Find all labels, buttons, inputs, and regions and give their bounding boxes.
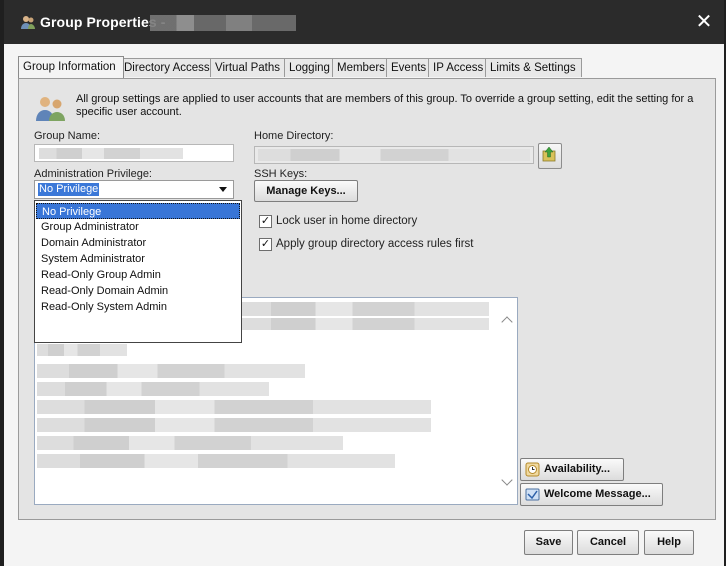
tab-logging[interactable]: Logging <box>284 58 334 77</box>
admin-privilege-dropdown-list: No Privilege Group Administrator Domain … <box>34 200 242 343</box>
availability-label: Availability... <box>544 463 611 475</box>
redacted-group-name-value <box>39 148 183 159</box>
group-users-icon <box>21 16 35 29</box>
redacted-text-line <box>37 344 127 356</box>
apply-rules-checkbox[interactable]: ✓ <box>259 238 272 251</box>
tab-virtual-paths[interactable]: Virtual Paths <box>210 58 286 77</box>
admin-privilege-label: Administration Privilege: <box>34 168 152 180</box>
redacted-text-line <box>37 418 431 432</box>
group-properties-dialog: Group Properties - ✕ Group Information D… <box>4 0 724 566</box>
close-button[interactable]: ✕ <box>684 0 724 44</box>
redacted-text-line <box>37 364 305 378</box>
welcome-message-label: Welcome Message... <box>544 488 651 500</box>
chevron-down-icon <box>219 187 227 192</box>
clock-icon <box>525 462 540 477</box>
help-button[interactable]: Help <box>644 530 694 555</box>
dropdown-option-no-privilege[interactable]: No Privilege <box>36 203 240 219</box>
scroll-down-icon[interactable] <box>501 474 513 486</box>
dialog-title: Group Properties - <box>40 14 166 30</box>
redacted-home-directory <box>258 149 530 161</box>
group-name-label: Group Name: <box>34 130 101 142</box>
redacted-text-line <box>241 302 489 316</box>
save-button[interactable]: Save <box>524 530 573 555</box>
tab-events[interactable]: Events <box>386 58 430 77</box>
title-bar[interactable]: Group Properties - ✕ <box>4 0 724 44</box>
home-directory-label: Home Directory: <box>254 130 334 142</box>
browse-folder-button[interactable] <box>538 143 562 169</box>
tab-limits-settings[interactable]: Limits & Settings <box>485 58 582 77</box>
dropdown-option-system-administrator[interactable]: System Administrator <box>36 251 240 267</box>
tab-directory-access[interactable]: Directory Access <box>119 58 211 77</box>
lock-user-label: Lock user in home directory <box>276 215 418 227</box>
ssh-keys-label: SSH Keys: <box>254 168 308 180</box>
redacted-text-line <box>37 454 395 468</box>
admin-privilege-value: No Privilege <box>38 183 100 196</box>
cancel-button[interactable]: Cancel <box>577 530 639 555</box>
group-info-icon <box>36 97 65 121</box>
lock-user-checkbox[interactable]: ✓ <box>259 215 272 228</box>
redacted-text-line <box>37 436 343 450</box>
info-message: All group settings are applied to user a… <box>76 93 694 118</box>
dropdown-option-group-administrator[interactable]: Group Administrator <box>36 219 240 235</box>
welcome-message-button[interactable]: Welcome Message... <box>520 483 663 506</box>
dropdown-option-domain-administrator[interactable]: Domain Administrator <box>36 235 240 251</box>
admin-privilege-select[interactable]: No Privilege <box>34 180 234 199</box>
redacted-group-name <box>150 15 296 31</box>
dropdown-option-readonly-domain-admin[interactable]: Read-Only Domain Admin <box>36 283 240 299</box>
tab-ip-access[interactable]: IP Access <box>428 58 487 77</box>
group-name-input[interactable] <box>34 144 234 162</box>
redacted-text-line <box>37 400 431 414</box>
redacted-text-line <box>241 318 489 330</box>
folder-browse-icon <box>542 146 556 162</box>
redacted-text-line <box>37 382 269 396</box>
home-directory-input[interactable] <box>254 146 534 164</box>
tab-group-information[interactable]: Group Information <box>18 56 124 78</box>
message-icon <box>525 488 540 501</box>
dropdown-option-readonly-group-admin[interactable]: Read-Only Group Admin <box>36 267 240 283</box>
apply-rules-label: Apply group directory access rules first <box>276 238 474 250</box>
scroll-up-icon[interactable] <box>501 316 513 328</box>
tab-members[interactable]: Members <box>332 58 388 77</box>
dropdown-option-readonly-system-admin[interactable]: Read-Only System Admin <box>36 299 240 315</box>
availability-button[interactable]: Availability... <box>520 458 624 481</box>
manage-keys-button[interactable]: Manage Keys... <box>254 180 358 202</box>
